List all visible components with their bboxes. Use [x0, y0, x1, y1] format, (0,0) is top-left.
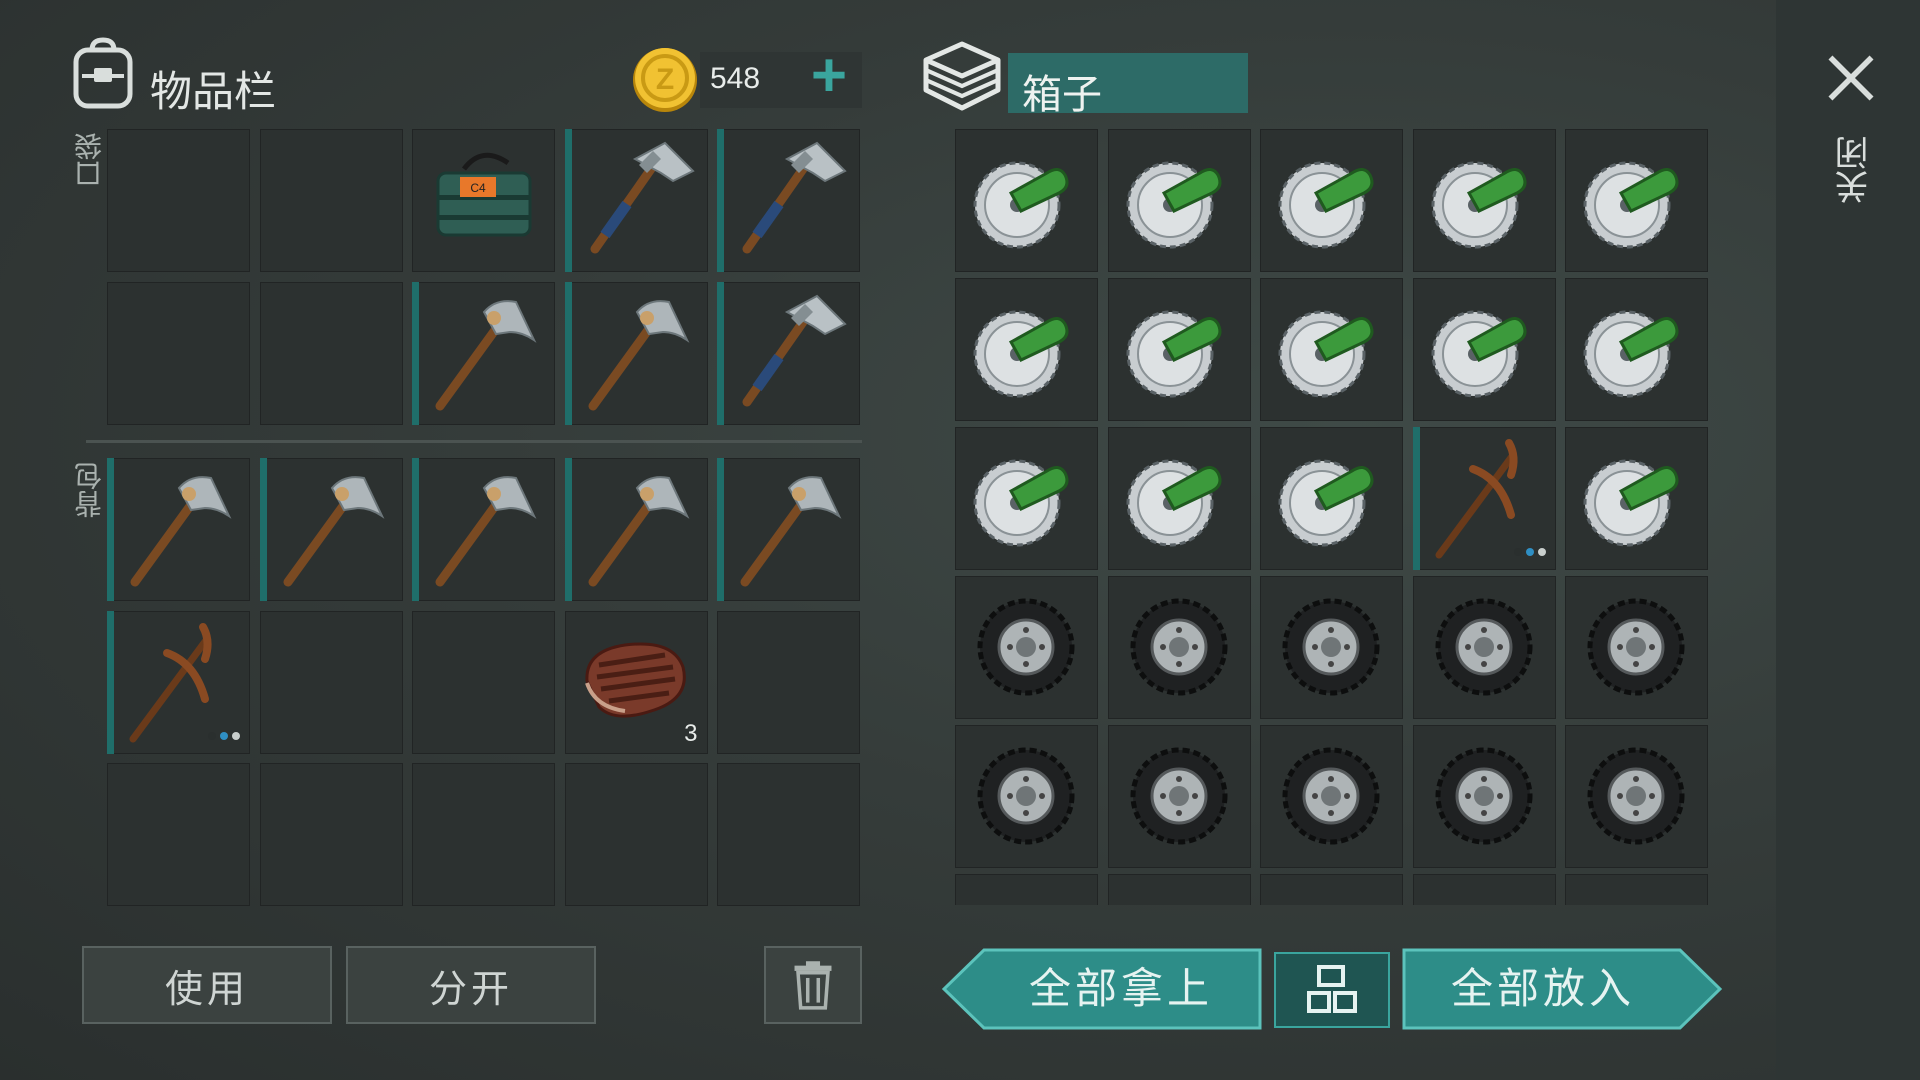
box-slot[interactable] — [1107, 576, 1251, 719]
backpack-slot[interactable] — [107, 610, 250, 754]
box-slot[interactable] — [1260, 278, 1403, 421]
box-slot[interactable] — [1565, 278, 1708, 421]
box-slot[interactable] — [955, 725, 1098, 868]
box-slot[interactable] — [1565, 874, 1708, 905]
grid-sort-icon — [1307, 965, 1357, 1013]
pocket-slot[interactable] — [107, 281, 250, 425]
durability-dots — [208, 731, 240, 740]
backpack-grid: 3 — [107, 458, 860, 906]
box-slot[interactable] — [1107, 874, 1251, 905]
backpack-label: 背包 — [74, 462, 105, 518]
close-icon — [1828, 55, 1874, 101]
box-slot[interactable] — [955, 427, 1098, 570]
coin-count: 548 — [710, 62, 761, 95]
box-slot[interactable] — [1412, 278, 1556, 421]
backpack-slot[interactable] — [259, 610, 403, 754]
inventory-title: 物品栏 — [150, 68, 277, 115]
box-slot[interactable] — [1565, 129, 1708, 272]
box-slot[interactable] — [955, 278, 1098, 421]
backpack-slot[interactable] — [717, 458, 860, 601]
pocket-slot[interactable] — [259, 129, 403, 272]
durability-dots — [1513, 548, 1546, 556]
put-all-label: 全部放入 — [1450, 965, 1635, 1012]
box-slot[interactable] — [1260, 874, 1403, 905]
pocket-slot[interactable]: C4 — [412, 129, 555, 272]
pocket-slot[interactable] — [564, 281, 708, 425]
box-slot[interactable] — [1412, 427, 1556, 570]
box-title: 箱子 — [1022, 73, 1102, 117]
close-button[interactable]: 关闭 — [1818, 50, 1884, 230]
take-all-label: 全部拿上 — [1028, 965, 1213, 1012]
box-slot[interactable] — [1107, 278, 1251, 421]
trash-button[interactable] — [764, 946, 862, 1024]
sort-button[interactable] — [1274, 952, 1390, 1028]
backpack-slot[interactable] — [564, 763, 708, 906]
box-icon — [920, 38, 1002, 114]
svg-text:C4: C4 — [470, 181, 486, 195]
pocket-slot[interactable] — [259, 281, 403, 425]
backpack-slot[interactable] — [107, 763, 250, 906]
box-slot[interactable] — [955, 576, 1098, 719]
box-slot[interactable] — [1412, 129, 1556, 272]
backpack-slot[interactable] — [412, 610, 555, 754]
box-grid — [955, 129, 1708, 905]
backpack-slot[interactable] — [717, 610, 860, 754]
take-all-button[interactable]: 全部拿上 — [940, 948, 1262, 1030]
box-slot[interactable] — [1107, 725, 1251, 868]
add-coins-button[interactable]: + — [800, 45, 858, 107]
box-slot[interactable] — [1260, 427, 1403, 570]
pocket-slot[interactable] — [564, 129, 708, 272]
split-button[interactable]: 分开 — [346, 946, 596, 1024]
pocket-label: 口袋 — [74, 132, 105, 188]
box-slot[interactable] — [955, 129, 1098, 272]
backpack-slot[interactable] — [107, 458, 250, 601]
box-slot[interactable] — [1260, 576, 1403, 719]
box-slot[interactable] — [1565, 427, 1708, 570]
box-slot[interactable] — [1565, 576, 1708, 719]
backpack-slot[interactable] — [717, 763, 860, 906]
box-slot[interactable] — [1107, 129, 1251, 272]
close-label: 关闭 — [1836, 136, 1874, 204]
box-slot[interactable] — [1412, 576, 1556, 719]
coin-icon: Z — [630, 44, 700, 114]
item-quantity: 3 — [684, 719, 698, 747]
section-divider — [86, 440, 862, 443]
pocket-slot[interactable] — [717, 129, 860, 272]
backpack-slot[interactable] — [564, 458, 708, 601]
put-all-button[interactable]: 全部放入 — [1402, 948, 1724, 1030]
pocket-grid: C4 — [107, 129, 860, 425]
pocket-slot[interactable] — [412, 281, 555, 425]
box-slot[interactable] — [1565, 725, 1708, 868]
box-slot[interactable] — [1412, 874, 1556, 905]
box-slot[interactable] — [1412, 725, 1556, 868]
backpack-slot[interactable] — [412, 763, 555, 906]
box-slot[interactable] — [955, 874, 1098, 905]
box-scroll-area[interactable] — [955, 129, 1713, 905]
box-slot[interactable] — [1260, 129, 1403, 272]
trash-icon — [794, 961, 832, 1010]
pocket-slot[interactable] — [717, 281, 860, 425]
backpack-icon — [68, 36, 138, 112]
backpack-slot[interactable] — [259, 763, 403, 906]
use-button[interactable]: 使用 — [82, 946, 332, 1024]
pocket-slot[interactable] — [107, 129, 250, 272]
box-slot[interactable] — [1260, 725, 1403, 868]
backpack-slot[interactable] — [412, 458, 555, 601]
box-slot[interactable] — [1107, 427, 1251, 570]
backpack-slot[interactable] — [259, 458, 403, 601]
backpack-slot[interactable]: 3 — [564, 610, 708, 754]
svg-text:Z: Z — [656, 63, 674, 96]
